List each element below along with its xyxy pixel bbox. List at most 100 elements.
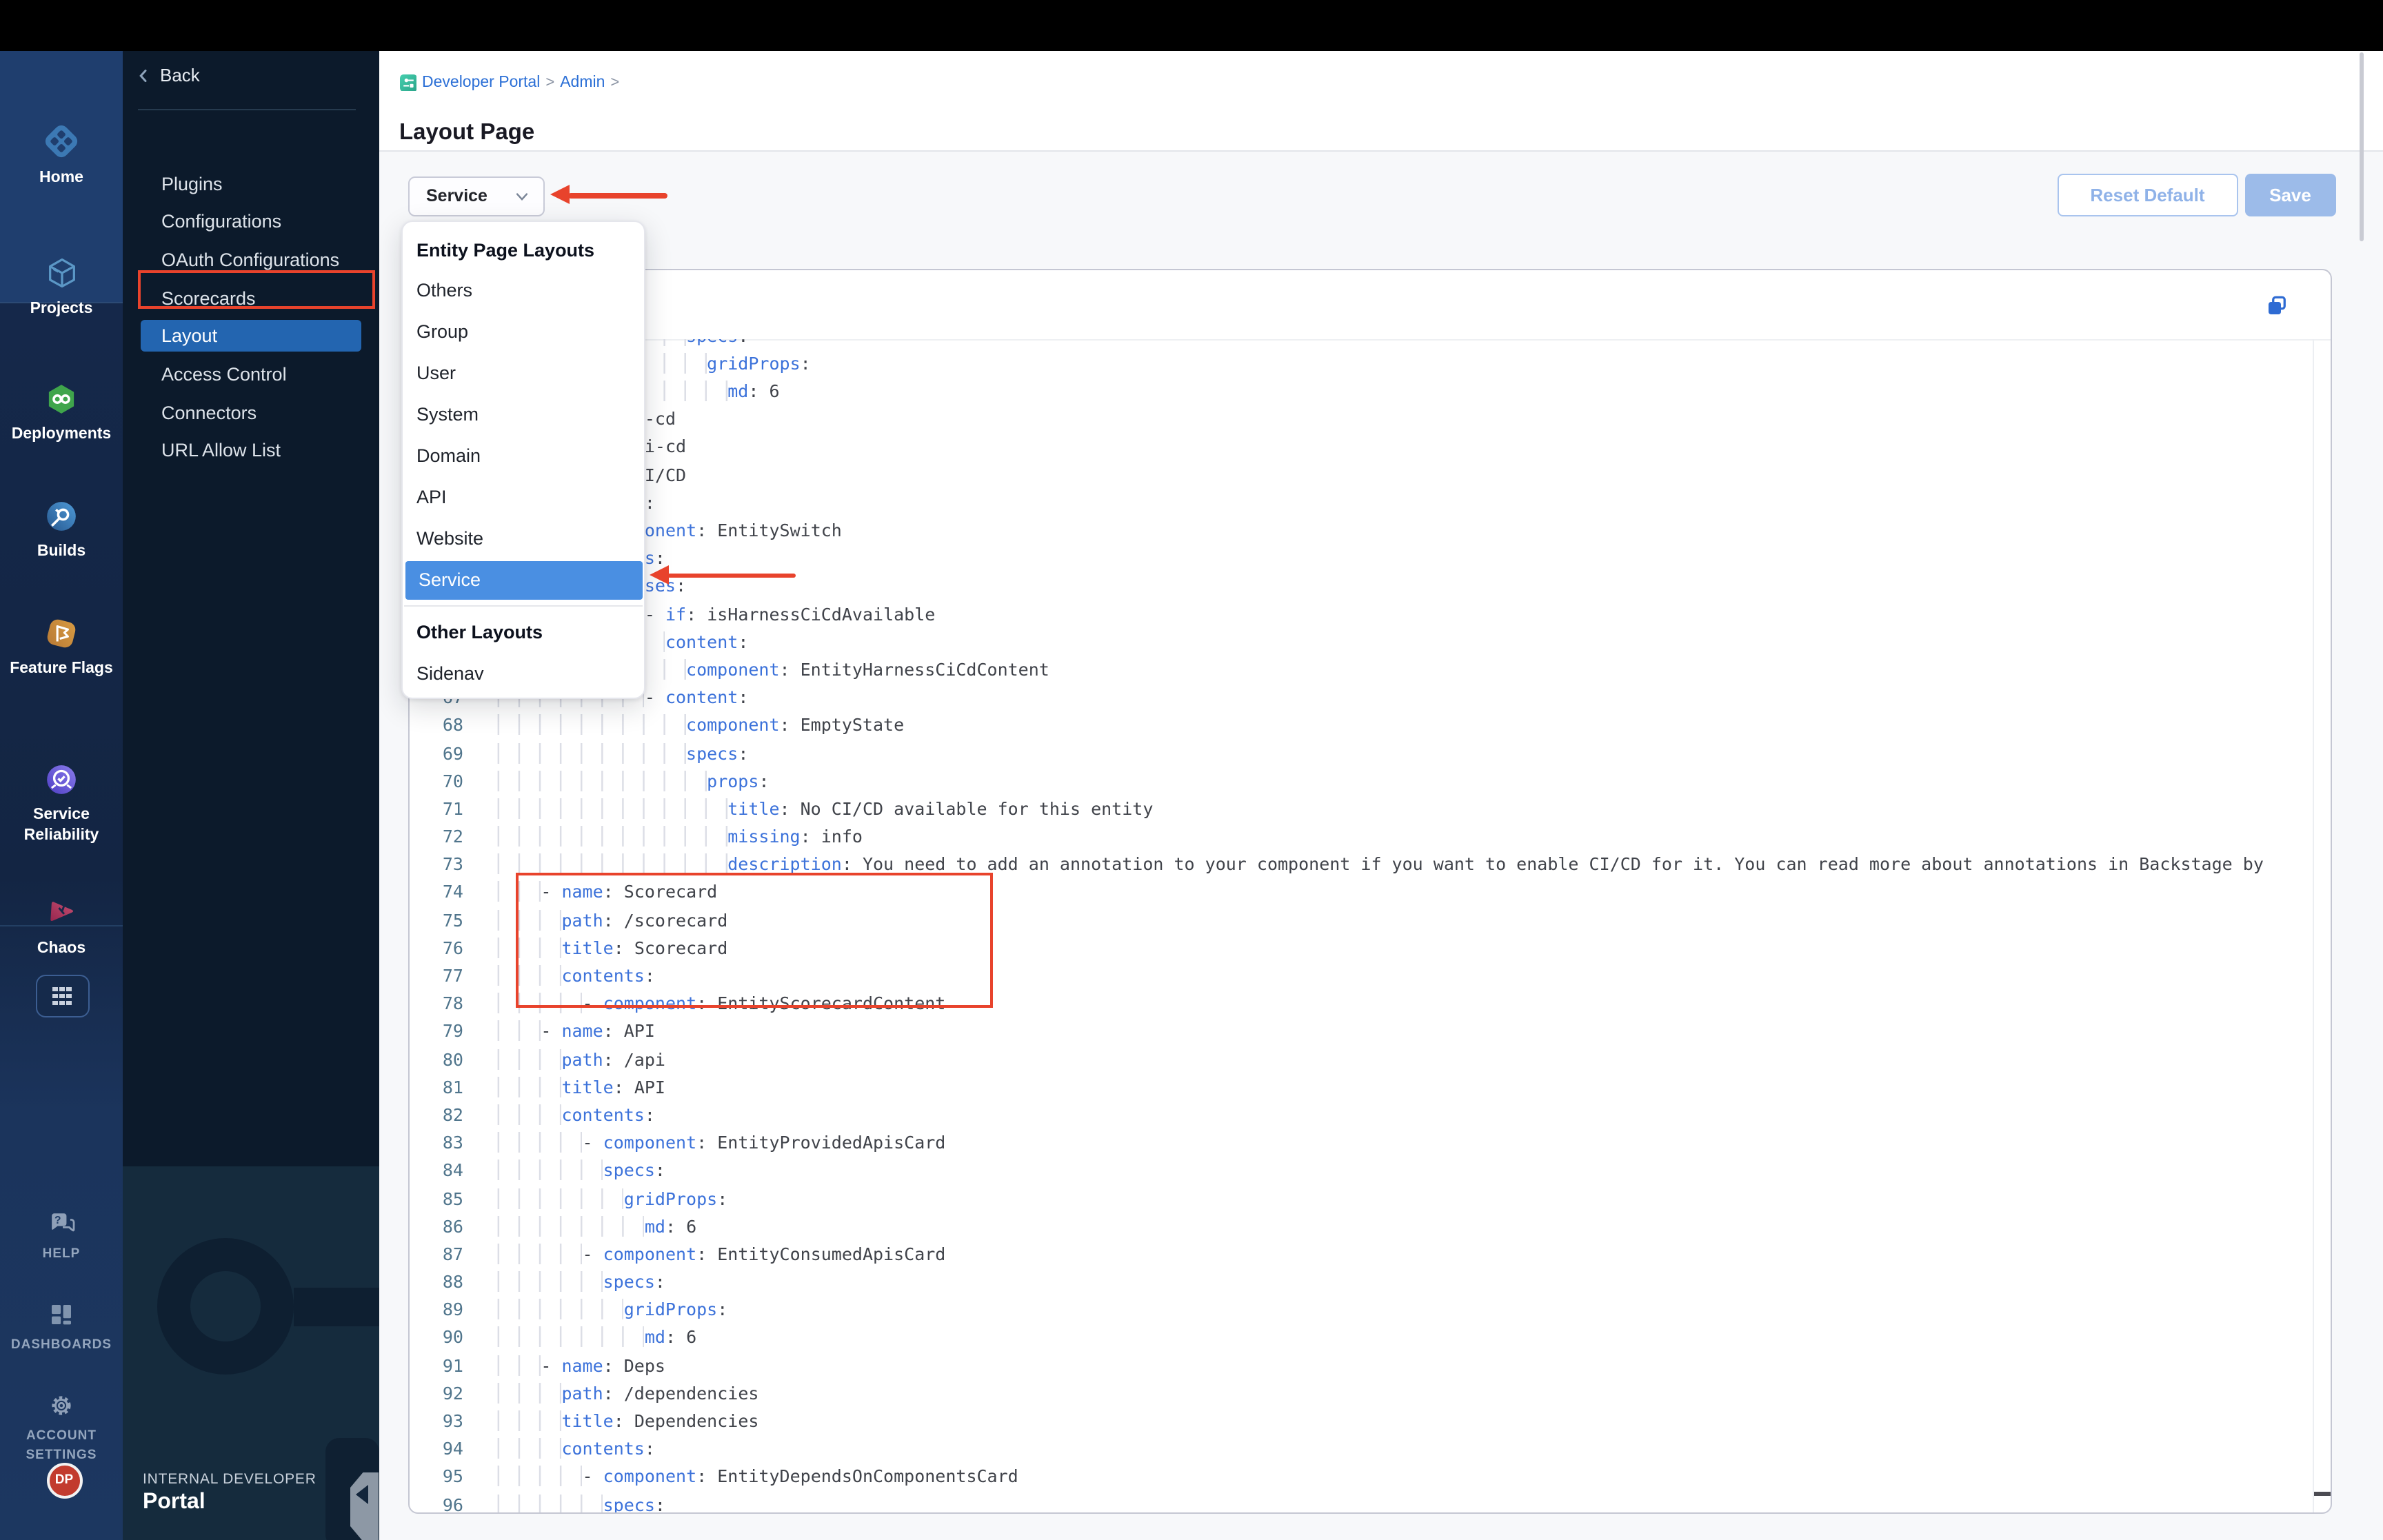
builds-icon — [44, 498, 79, 533]
sidebar-divider — [138, 108, 356, 110]
chevron-left-icon — [139, 69, 147, 81]
app-viewport: Home Projects Deployments Builds Feature Fla… — [0, 0, 2383, 1540]
code-line: 71 title: No CI/CD available for this en… — [442, 798, 1154, 819]
menu-item-website[interactable]: Website — [403, 518, 644, 559]
annotation-box-scorecard-lines — [515, 873, 992, 1008]
watermark-triangle-icon — [356, 1484, 368, 1503]
menu-item-api[interactable]: API — [403, 476, 644, 518]
feature-flags-icon — [44, 616, 79, 650]
annotation-arrow-select — [550, 185, 667, 205]
code-line: 80 path: /api — [442, 1048, 665, 1070]
sidebar-item-layout[interactable]: Layout — [141, 320, 361, 352]
avatar[interactable]: DP — [46, 1462, 82, 1498]
save-button[interactable]: Save — [2244, 174, 2336, 216]
breadcrumb-separator: > — [545, 74, 555, 91]
help-icon: ? — [46, 1207, 77, 1237]
sidebar-item-plugins[interactable]: Plugins — [141, 168, 361, 199]
code-line: 83 - component: EntityProvidedApisCard — [442, 1132, 946, 1153]
sidebar-item-connectors[interactable]: Connectors — [141, 396, 361, 428]
rail-item-deployments[interactable]: Deployments — [0, 381, 123, 445]
idp-module-icon — [399, 74, 416, 91]
rail-item-dashboards[interactable]: DASHBOARDS — [0, 1299, 123, 1355]
code-line: 85 gridProps: — [442, 1188, 728, 1209]
entity-layout-dropdown-menu: Entity Page Layouts Others Group User Syste… — [401, 220, 645, 699]
code-line: 82 contents: — [442, 1104, 655, 1125]
code-line: 89 gridProps: — [442, 1299, 728, 1320]
back-label: Back — [160, 65, 200, 85]
menu-item-sidenav[interactable]: Sidenav — [403, 653, 644, 694]
code-line: 87 - component: EntityConsumedApisCard — [442, 1243, 946, 1264]
code-line: 92 path: /dependencies — [442, 1382, 759, 1404]
rail-item-label: Service Reliability — [23, 806, 99, 844]
grid-icon — [52, 986, 72, 1005]
code-line: 54 specs: — [410, 339, 2331, 350]
menu-group2-header: Other Layouts — [416, 622, 543, 642]
code-line: 69 specs: — [442, 742, 749, 764]
rail-item-home[interactable]: Home — [0, 122, 123, 189]
rail-item-projects[interactable]: Projects — [0, 254, 123, 320]
sidebar-item-access-control[interactable]: Access Control — [141, 358, 361, 390]
sidebar-item-url-allow-list[interactable]: URL Allow List — [141, 435, 361, 467]
rail-item-label: Chaos — [37, 940, 86, 956]
code-line: 67 - content: — [410, 684, 2331, 711]
top-black-bar — [0, 0, 2383, 50]
page-scrollbar[interactable] — [2359, 52, 2363, 241]
menu-item-domain[interactable]: Domain — [403, 435, 644, 476]
code-line: 96 specs: — [410, 1491, 2331, 1512]
sidebar-brand: INTERNAL DEVELOPER Portal — [143, 1470, 316, 1514]
dashboards-icon — [47, 1299, 76, 1328]
rail-item-label: ACCOUNT SETTINGS — [26, 1428, 97, 1462]
rail-item-label: HELP — [42, 1246, 81, 1261]
code-line: 57 - name: ci-cd — [410, 406, 2331, 434]
watermark-ring — [157, 1237, 294, 1374]
code-line: 56 md: 6 — [410, 378, 2331, 405]
code-line: 66 component: EntityHarnessCiCdContent — [410, 656, 2331, 684]
module-rail: Home Projects Deployments Builds Feature Fla… — [0, 50, 123, 1540]
breadcrumb-link-developer-portal[interactable]: Developer Portal — [422, 74, 540, 91]
watermark-bar — [294, 1288, 379, 1326]
code-line: 91 - name: Deps — [442, 1355, 665, 1376]
deployments-icon — [44, 381, 79, 416]
breadcrumb-link-admin[interactable]: Admin — [560, 74, 605, 91]
rail-item-account-settings[interactable]: ACCOUNT SETTINGS — [0, 1390, 123, 1465]
code-line: 95 - component: EntityDependsOnComponent… — [442, 1466, 1018, 1487]
gear-icon — [47, 1390, 76, 1419]
menu-item-others[interactable]: Others — [403, 270, 644, 311]
rail-item-label: Home — [39, 169, 83, 185]
menu-item-group[interactable]: Group — [403, 311, 644, 352]
home-icon — [43, 122, 80, 159]
editor-scrollbar-thumb[interactable] — [2313, 1492, 2331, 1496]
code-line: 86 md: 6 — [442, 1215, 697, 1237]
menu-item-user[interactable]: User — [403, 352, 644, 394]
rail-item-builds[interactable]: Builds — [0, 498, 123, 563]
menu-item-system[interactable]: System — [403, 394, 644, 435]
rail-item-service-reliability[interactable]: Service Reliability — [0, 762, 123, 847]
code-line: 72 missing: info — [442, 826, 863, 847]
code-line: 94 contents: — [442, 1438, 655, 1459]
brand-line2: Portal — [143, 1490, 205, 1513]
chaos-icon — [44, 895, 79, 930]
rail-item-label: DASHBOARDS — [10, 1337, 112, 1352]
entity-type-select-value: Service — [426, 186, 487, 205]
reset-default-button[interactable]: Reset Default — [2057, 174, 2238, 216]
chevron-down-icon — [515, 192, 527, 200]
rail-item-help[interactable]: ? HELP — [0, 1207, 123, 1264]
rail-item-feature-flags[interactable]: Feature Flags — [0, 616, 123, 680]
menu-item-service[interactable]: Service — [405, 560, 642, 599]
annotation-box-layout-item — [137, 270, 375, 308]
code-line: 93 title: Dependencies — [442, 1410, 759, 1432]
code-line: 55 gridProps: — [410, 350, 2331, 378]
breadcrumb: Developer Portal > Admin > — [399, 74, 625, 91]
service-reliability-icon — [44, 762, 79, 796]
module-grid-button[interactable] — [35, 975, 89, 1017]
copy-icon[interactable] — [2264, 294, 2289, 318]
code-line: 60 contents: — [410, 489, 2331, 517]
entity-type-select[interactable]: Service — [408, 176, 544, 216]
code-line: 59 title: CI/CD — [410, 461, 2331, 489]
sidebar-item-configurations[interactable]: Configurations — [141, 205, 361, 237]
code-line: 81 title: API — [442, 1076, 665, 1097]
code-line: 68 component: EmptyState — [442, 714, 905, 736]
code-line: 79 - name: API — [442, 1020, 655, 1042]
back-button[interactable]: Back — [135, 65, 200, 85]
rail-item-chaos[interactable]: Chaos — [0, 895, 123, 960]
